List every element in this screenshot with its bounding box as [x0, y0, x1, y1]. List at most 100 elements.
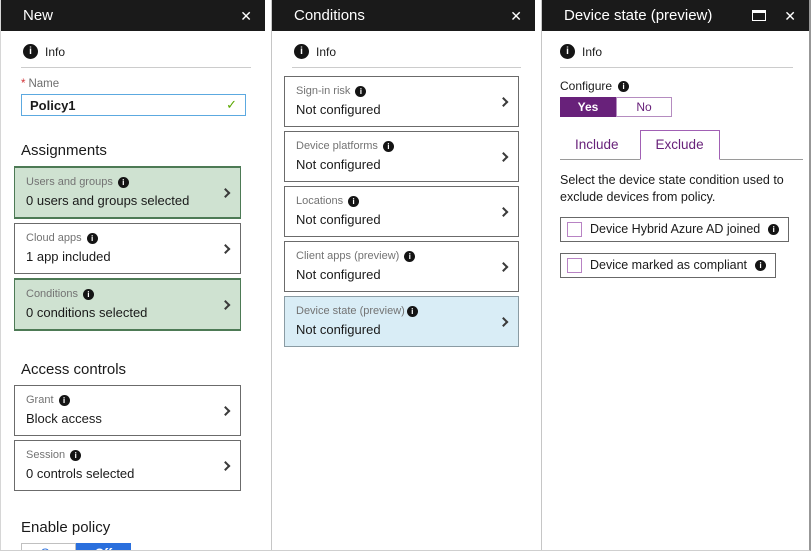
close-icon[interactable]: ✕: [784, 9, 796, 23]
close-icon[interactable]: ✕: [240, 9, 252, 23]
chevron-right-icon: [499, 207, 509, 217]
info-icon: i: [383, 141, 394, 152]
info-icon: i: [294, 44, 309, 59]
chevron-right-icon: [221, 406, 231, 416]
chevron-right-icon: [221, 244, 231, 254]
card-label: Conditions: [26, 288, 78, 300]
configure-no-button[interactable]: No: [616, 97, 672, 117]
checkbox-unchecked[interactable]: [567, 258, 582, 273]
card-label: Device state (preview): [296, 305, 405, 317]
info-icon: i: [768, 224, 779, 235]
info-icon: i: [348, 196, 359, 207]
blade-conditions-body: i Info Sign-in risk i Not configured Dev…: [272, 31, 541, 550]
info-icon: i: [618, 81, 629, 92]
configure-label: Configure: [560, 79, 612, 93]
valid-check-icon: ✓: [226, 97, 237, 113]
name-input[interactable]: Policy1 ✓: [21, 94, 246, 116]
card-value: 1 app included: [26, 249, 212, 264]
access-controls-heading: Access controls: [21, 361, 251, 378]
info-icon: i: [560, 44, 575, 59]
configure-label-row: Configure i: [560, 79, 791, 93]
card-grant[interactable]: Grant i Block access: [14, 385, 241, 436]
divider: [21, 67, 251, 68]
info-icon: i: [59, 395, 70, 406]
blade-device-state-header: Device state (preview) ✕: [542, 0, 809, 31]
chevron-right-icon: [221, 188, 231, 198]
name-label: *Name: [21, 78, 246, 90]
card-value: 0 controls selected: [26, 466, 212, 481]
access-controls-cards: Grant i Block access Session i 0 control…: [14, 385, 241, 491]
configure-yes-button[interactable]: Yes: [560, 97, 616, 117]
card-value: Not configured: [296, 212, 490, 227]
card-client-apps[interactable]: Client apps (preview) i Not configured: [284, 241, 519, 292]
blade-new: New ✕ i Info *Name Policy1 ✓ Assignments: [0, 0, 271, 550]
divider: [292, 67, 521, 68]
configure-toggle: Yes No: [560, 97, 791, 117]
chevron-right-icon: [221, 461, 231, 471]
card-locations[interactable]: Locations i Not configured: [284, 186, 519, 237]
card-label: Cloud apps: [26, 232, 82, 244]
card-users-and-groups[interactable]: Users and groups i 0 users and groups se…: [14, 166, 241, 219]
info-icon: i: [407, 306, 418, 317]
card-label: Users and groups: [26, 176, 113, 188]
card-value: 0 conditions selected: [26, 305, 212, 320]
enable-policy-toggle: On Off: [21, 543, 251, 550]
chevron-right-icon: [499, 317, 509, 327]
card-label: Locations: [296, 195, 343, 207]
close-icon[interactable]: ✕: [510, 9, 522, 23]
tab-exclude[interactable]: Exclude: [640, 130, 720, 160]
card-cloud-apps[interactable]: Cloud apps i 1 app included: [14, 223, 241, 274]
blade-conditions-header: Conditions ✕: [272, 0, 535, 31]
card-value: Not configured: [296, 267, 490, 282]
enable-policy-on-button[interactable]: On: [21, 543, 76, 550]
info-link[interactable]: i Info: [294, 44, 336, 59]
card-value: Not configured: [296, 322, 490, 337]
info-icon: i: [355, 86, 366, 97]
exclude-description: Select the device state condition used t…: [560, 172, 791, 206]
card-sign-in-risk[interactable]: Sign-in risk i Not configured: [284, 76, 519, 127]
card-value: 0 users and groups selected: [26, 193, 212, 208]
info-label: Info: [45, 45, 65, 59]
blade-conditions-title: Conditions: [294, 7, 492, 24]
info-icon: i: [87, 233, 98, 244]
option-device-marked-as-compliant[interactable]: Device marked as compliant i: [560, 253, 776, 278]
card-device-platforms[interactable]: Device platforms i Not configured: [284, 131, 519, 182]
assignments-cards: Users and groups i 0 users and groups se…: [14, 166, 241, 331]
assignments-heading: Assignments: [21, 142, 251, 159]
blade-device-state: Device state (preview) ✕ i Info Configur…: [541, 0, 809, 550]
blade-new-title: New: [23, 7, 222, 24]
info-icon: i: [83, 289, 94, 300]
info-link[interactable]: i Info: [560, 44, 602, 59]
info-icon: i: [23, 44, 38, 59]
info-icon: i: [70, 450, 81, 461]
maximize-icon[interactable]: [752, 10, 766, 21]
card-session[interactable]: Session i 0 controls selected: [14, 440, 241, 491]
include-exclude-tabs: Include Exclude: [560, 130, 803, 160]
chevron-right-icon: [499, 152, 509, 162]
card-label: Session: [26, 449, 65, 461]
info-icon: i: [404, 251, 415, 262]
tab-include[interactable]: Include: [560, 131, 634, 159]
card-value: Not configured: [296, 157, 490, 172]
info-link[interactable]: i Info: [23, 44, 65, 59]
name-input-value: Policy1: [30, 98, 226, 113]
card-device-state[interactable]: Device state (preview) i Not configured: [284, 296, 519, 347]
option-label: Device marked as compliant: [590, 258, 747, 272]
info-label: Info: [316, 45, 336, 59]
checkbox-unchecked[interactable]: [567, 222, 582, 237]
blade-device-state-title: Device state (preview): [564, 7, 752, 24]
card-label: Client apps (preview): [296, 250, 399, 262]
card-conditions[interactable]: Conditions i 0 conditions selected: [14, 278, 241, 331]
info-label: Info: [582, 45, 602, 59]
card-label: Grant: [26, 394, 54, 406]
card-label: Sign-in risk: [296, 85, 350, 97]
card-label: Device platforms: [296, 140, 378, 152]
option-device-hybrid-azure-ad-joined[interactable]: Device Hybrid Azure AD joined i: [560, 217, 789, 242]
blade-new-header: New ✕: [1, 0, 265, 31]
chevron-right-icon: [499, 97, 509, 107]
info-icon: i: [118, 177, 129, 188]
card-value: Block access: [26, 411, 212, 426]
chevron-right-icon: [221, 300, 231, 310]
info-icon: i: [755, 260, 766, 271]
enable-policy-off-button[interactable]: Off: [76, 543, 131, 550]
